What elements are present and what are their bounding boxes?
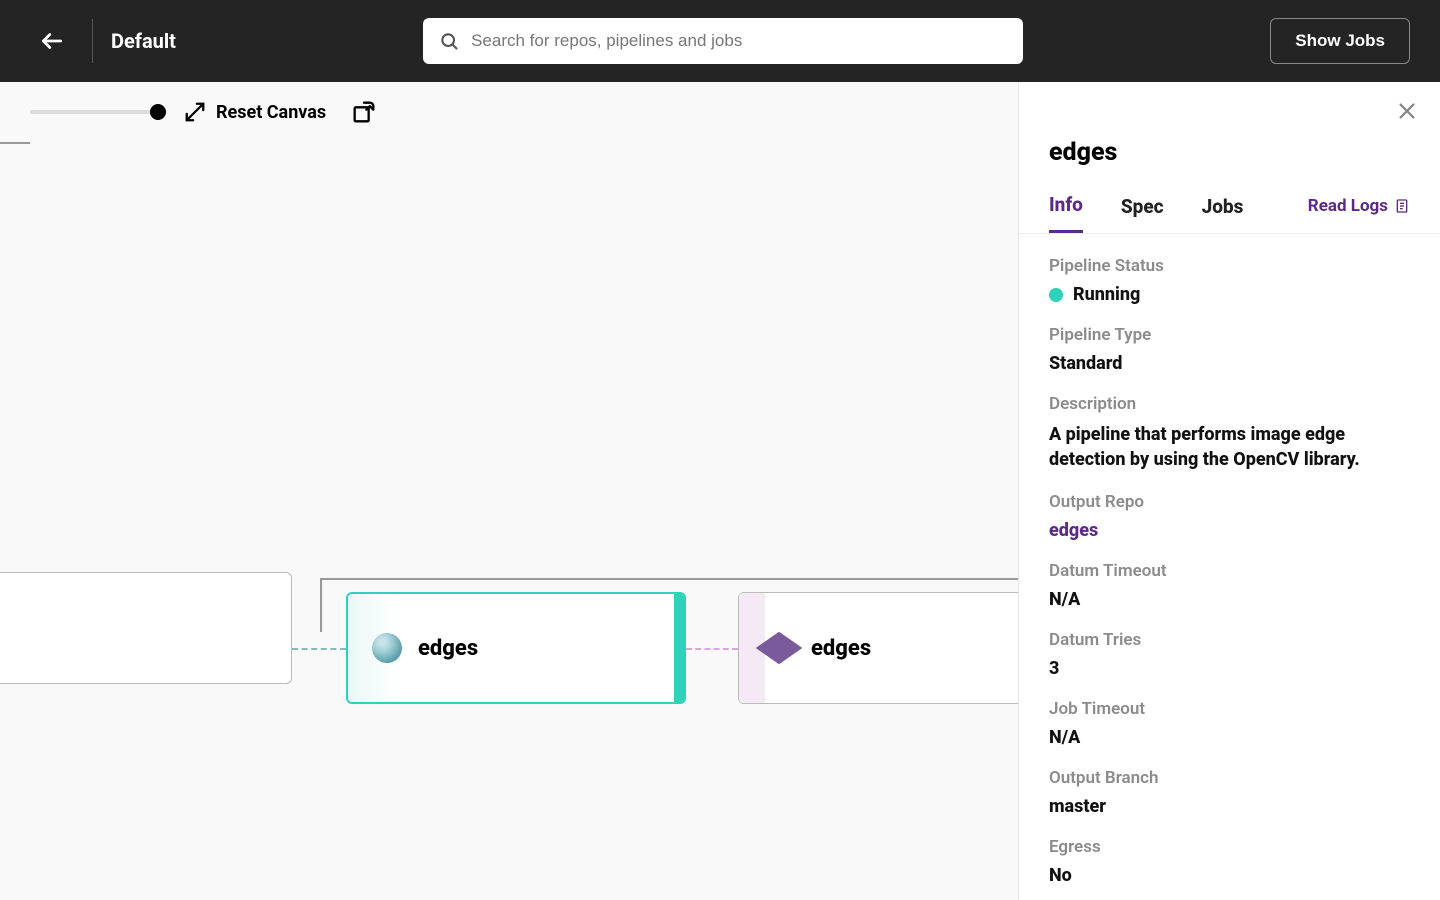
field-value: N/A bbox=[1049, 589, 1410, 610]
node-label: edges bbox=[418, 636, 478, 661]
field-output-branch: Output Branch master bbox=[1049, 768, 1410, 817]
node-repo-ages[interactable]: ages bbox=[0, 572, 292, 684]
read-logs-link[interactable]: Read Logs bbox=[1308, 196, 1410, 230]
connector-line bbox=[320, 578, 322, 632]
search-box[interactable] bbox=[423, 18, 1023, 64]
header-bar: Default Show Jobs bbox=[0, 0, 1440, 82]
field-label: Output Repo bbox=[1049, 492, 1410, 512]
field-value: 3 bbox=[1049, 658, 1410, 679]
project-title: Default bbox=[111, 29, 176, 53]
back-button[interactable] bbox=[30, 19, 74, 63]
arrow-left-icon bbox=[39, 28, 65, 54]
node-accent-right bbox=[674, 594, 684, 702]
field-value: N/A bbox=[1049, 727, 1410, 748]
field-label: Datum Timeout bbox=[1049, 561, 1410, 581]
tab-info[interactable]: Info bbox=[1049, 193, 1083, 233]
connector-line bbox=[320, 578, 1018, 580]
pipeline-sphere-icon bbox=[372, 633, 402, 663]
connector-arrow bbox=[292, 648, 346, 650]
panel-title: edges bbox=[1019, 82, 1440, 167]
field-value: Running bbox=[1073, 284, 1140, 305]
field-label: Output Branch bbox=[1049, 768, 1410, 788]
connector-arrow bbox=[686, 648, 738, 650]
field-label: Datum Tries bbox=[1049, 630, 1410, 650]
field-description: Description A pipeline that performs ima… bbox=[1049, 394, 1410, 472]
field-label: Description bbox=[1049, 394, 1410, 414]
field-label: Egress bbox=[1049, 837, 1410, 857]
close-icon bbox=[1396, 100, 1418, 122]
field-label: Job Timeout bbox=[1049, 699, 1410, 719]
node-repo-edges[interactable]: edges bbox=[738, 592, 1018, 704]
field-output-repo: Output Repo edges bbox=[1049, 492, 1410, 541]
expand-arrows-icon bbox=[184, 101, 206, 123]
panel-tabs: Info Spec Jobs Read Logs bbox=[1019, 167, 1440, 234]
rotate-layout-icon bbox=[350, 98, 378, 126]
tab-jobs[interactable]: Jobs bbox=[1202, 195, 1244, 232]
field-label: Pipeline Type bbox=[1049, 325, 1410, 345]
reset-canvas-label: Reset Canvas bbox=[216, 102, 326, 123]
field-datum-tries: Datum Tries 3 bbox=[1049, 630, 1410, 679]
search-wrap bbox=[176, 18, 1270, 64]
field-value: No bbox=[1049, 865, 1410, 886]
search-input[interactable] bbox=[471, 31, 1007, 51]
dag-canvas[interactable]: ages edges edges bbox=[0, 142, 1018, 900]
search-icon bbox=[439, 31, 459, 51]
status-dot-icon bbox=[1049, 288, 1063, 302]
tab-spec[interactable]: Spec bbox=[1121, 195, 1164, 232]
zoom-slider-thumb[interactable] bbox=[150, 104, 166, 120]
field-pipeline-status: Pipeline Status Running bbox=[1049, 256, 1410, 305]
close-panel-button[interactable] bbox=[1396, 100, 1418, 126]
reset-canvas-button[interactable]: Reset Canvas bbox=[184, 101, 326, 123]
field-job-timeout: Job Timeout N/A bbox=[1049, 699, 1410, 748]
show-jobs-button[interactable]: Show Jobs bbox=[1270, 18, 1410, 64]
panel-body[interactable]: Pipeline Status Running Pipeline Type St… bbox=[1019, 234, 1440, 900]
document-icon bbox=[1394, 197, 1410, 215]
field-egress: Egress No bbox=[1049, 837, 1410, 886]
output-repo-link[interactable]: edges bbox=[1049, 520, 1410, 541]
zoom-slider[interactable] bbox=[30, 110, 160, 114]
field-value: Standard bbox=[1049, 353, 1410, 374]
read-logs-label: Read Logs bbox=[1308, 196, 1388, 216]
node-pipeline-edges[interactable]: edges bbox=[346, 592, 686, 704]
field-datum-timeout: Datum Timeout N/A bbox=[1049, 561, 1410, 610]
field-value: master bbox=[1049, 796, 1410, 817]
field-label: Pipeline Status bbox=[1049, 256, 1410, 276]
field-pipeline-type: Pipeline Type Standard bbox=[1049, 325, 1410, 374]
field-value: A pipeline that performs image edge dete… bbox=[1049, 422, 1410, 472]
rotate-layout-button[interactable] bbox=[350, 98, 378, 126]
connector-line bbox=[0, 142, 30, 144]
node-label: edges bbox=[811, 636, 871, 661]
header-divider bbox=[92, 19, 93, 63]
details-sidepanel: edges Info Spec Jobs Read Logs Pipeline … bbox=[1018, 82, 1440, 900]
